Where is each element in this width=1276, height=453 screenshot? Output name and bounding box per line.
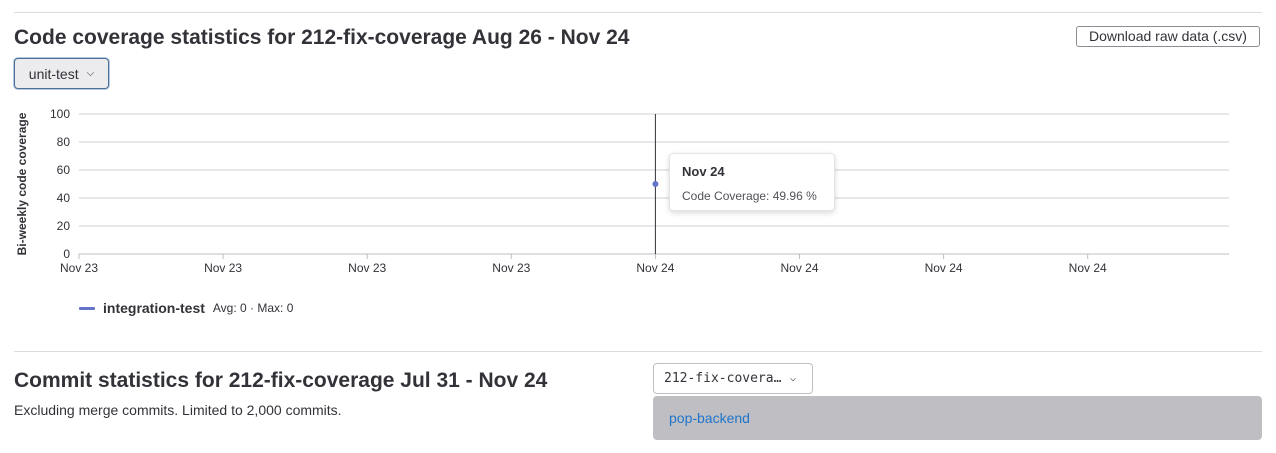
tooltip-body: Code Coverage: 49.96 % — [682, 189, 817, 203]
x-tick-label: Nov 23 — [492, 261, 530, 275]
job-dropdown-value: unit-test — [28, 65, 79, 82]
y-tick-label: 80 — [57, 135, 71, 149]
branch-dropdown-value: 212-fix-coverage — [664, 371, 782, 386]
coverage-title: Code coverage statistics for 212-fix-cov… — [14, 26, 630, 49]
commits-title: Commit statistics for 212-fix-coverage J… — [14, 369, 548, 392]
y-tick-label: 100 — [50, 107, 70, 121]
chevron-down-icon: ⌵ — [790, 373, 797, 384]
x-tick-label: Nov 24 — [1069, 261, 1107, 275]
chart-tooltip: Nov 24 Code Coverage: 49.96 % — [669, 153, 835, 211]
download-csv-button[interactable]: Download raw data (.csv) — [1076, 26, 1260, 47]
x-tick-label: Nov 23 — [348, 261, 386, 275]
y-axis-label: Bi-weekly code coverage — [15, 112, 29, 255]
tooltip-title: Nov 24 — [682, 164, 725, 179]
x-tick-label: Nov 23 — [60, 261, 98, 275]
x-tick-label: Nov 24 — [925, 261, 963, 275]
commits-subtitle: Excluding merge commits. Limited to 2,00… — [14, 402, 342, 418]
chevron-down-icon: ⌵ — [86, 68, 95, 79]
job-dropdown[interactable]: unit-test ⌵ — [14, 58, 109, 89]
y-tick-label: 40 — [57, 191, 71, 205]
legend-series-name: integration-test — [103, 300, 205, 316]
chart-legend[interactable]: integration-test Avg: 0 · Max: 0 — [79, 300, 293, 316]
coverage-chart: 020406080100 Nov 23 Nov 23 Nov 23 Nov 23 Nov… — [15, 107, 1229, 275]
y-axis-ticks: 0 20 40 60 80 100 — [50, 107, 70, 261]
x-tick-label: Nov 24 — [780, 261, 818, 275]
legend-series-stats: Avg: 0 · Max: 0 — [212, 301, 294, 315]
chart-points — [652, 181, 659, 188]
branch-option-pop-backend[interactable]: pop-backend — [669, 410, 750, 426]
x-axis-ticks: Nov 23 Nov 23 Nov 23 Nov 23 Nov 24 Nov 24 Nov … — [60, 254, 1107, 275]
legend-swatch — [79, 306, 95, 310]
y-tick-label: 60 — [57, 163, 71, 177]
x-tick-label: Nov 23 — [204, 261, 242, 275]
section-divider — [14, 351, 1262, 352]
top-divider — [14, 12, 1262, 13]
branch-dropdown-menu: pop-backend — [653, 396, 1262, 440]
y-tick-label: 20 — [57, 219, 71, 233]
data-point — [652, 181, 659, 188]
x-tick-label: Nov 24 — [636, 261, 674, 275]
y-tick-label: 0 — [63, 247, 70, 261]
branch-dropdown[interactable]: 212-fix-coverage ⌵ — [653, 363, 813, 394]
